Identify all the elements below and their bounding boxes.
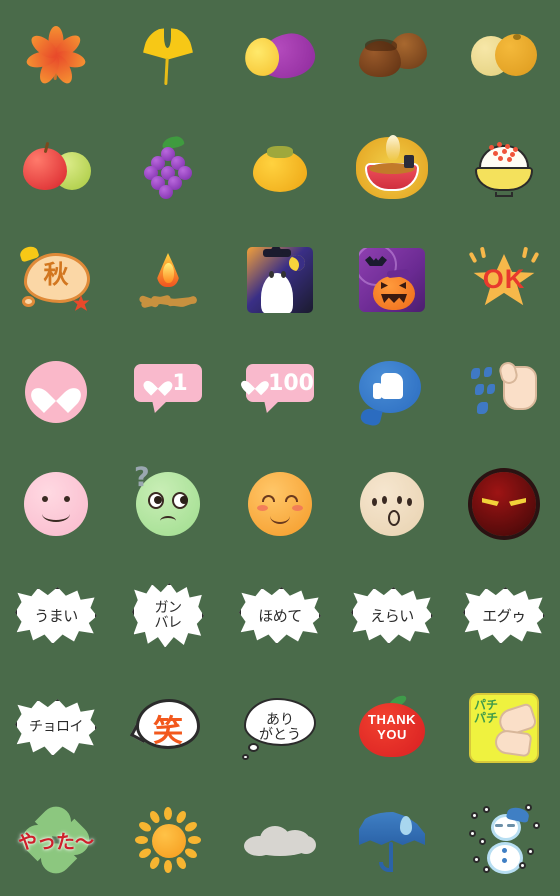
sticker-cell-thumbs-up-bubble[interactable] <box>336 336 448 448</box>
sticker-cell-umbrella[interactable] <box>336 784 448 896</box>
sun-icon <box>127 799 209 881</box>
sticker-cell-jack-o-lantern[interactable] <box>336 224 448 336</box>
like-one-icon: 1 <box>127 351 209 433</box>
aki-bubble-icon: 秋 <box>15 239 97 321</box>
bubble-warai-text: 笑 <box>153 714 183 749</box>
grapes-icon <box>127 127 209 209</box>
like-hundred-count: 100 <box>268 370 314 396</box>
ramen-icon <box>351 127 433 209</box>
bubble-egui-text: エグゥ <box>482 606 526 625</box>
sticker-cell-persimmon[interactable] <box>224 112 336 224</box>
bubble-ganbare-icon: ガン バレ <box>127 575 209 657</box>
bonfire-icon <box>127 239 209 321</box>
sticker-cell-bubble-erai[interactable]: えらい <box>336 560 448 672</box>
sticker-cell-sun[interactable] <box>112 784 224 896</box>
sweet-potato-icon <box>239 15 321 97</box>
face-smile-pink-icon <box>15 463 97 545</box>
bubble-homete-text: ほめて <box>258 606 302 625</box>
face-happy-orange-icon <box>239 463 321 545</box>
ok-star-text: OK <box>482 264 526 294</box>
sticker-cell-bubble-homete[interactable]: ほめて <box>224 560 336 672</box>
sticker-cell-face-angry-dark[interactable] <box>448 448 560 560</box>
clover-yatta-text: やった〜 <box>17 830 94 853</box>
clapping-hands-icon: パチ パチ <box>463 687 545 769</box>
chestnuts-icon <box>351 15 433 97</box>
bubble-homete-icon: ほめて <box>239 575 321 657</box>
sticker-cell-bubble-choroi[interactable]: チョロイ <box>0 672 112 784</box>
persimmon-icon <box>239 127 321 209</box>
sticker-cell-aki-bubble[interactable]: 秋 <box>0 224 112 336</box>
pachipachi-text: パチ パチ <box>474 698 499 725</box>
sticker-cell-ramen[interactable] <box>336 112 448 224</box>
clover-yatta-icon: やった〜 <box>15 799 97 881</box>
sticker-cell-face-confused-green[interactable]: ? <box>112 448 224 560</box>
sticker-cell-sweet-potato[interactable] <box>224 0 336 112</box>
aki-kanji-text: 秋 <box>43 260 69 289</box>
pears-icon <box>463 15 545 97</box>
apple-thank-you-icon: THANK YOU <box>351 687 433 769</box>
thumbs-up-bubble-icon <box>351 351 433 433</box>
like-one-count: 1 <box>172 370 188 396</box>
bubble-arigatou-text: あり がとう <box>259 711 301 743</box>
sticker-cell-cloud[interactable] <box>224 784 336 896</box>
maple-leaf-icon <box>15 15 97 97</box>
sticker-cell-clover-yatta[interactable]: やった〜 <box>0 784 112 896</box>
halloween-ghost-icon <box>239 239 321 321</box>
bubble-warai-icon: 笑 <box>127 687 209 769</box>
apple-thank-you-text: THANK YOU <box>368 712 416 742</box>
sticker-cell-bubble-warai[interactable]: 笑 <box>112 672 224 784</box>
sticker-cell-face-smile-pink[interactable] <box>0 448 112 560</box>
sticker-cell-apple-thank-you[interactable]: THANK YOU <box>336 672 448 784</box>
bubble-erai-text: えらい <box>370 606 414 625</box>
face-shocked-beige-icon <box>351 463 433 545</box>
snowman-icon <box>463 799 545 881</box>
bubble-umai-icon: うまい <box>15 575 97 657</box>
jack-o-lantern-icon <box>351 239 433 321</box>
umbrella-icon <box>351 799 433 881</box>
ok-star-icon: OK <box>463 239 545 321</box>
face-confused-green-icon: ? <box>127 462 209 545</box>
sticker-cell-ginkgo-leaf[interactable] <box>112 0 224 112</box>
bubble-egui-icon: エグゥ <box>463 575 545 657</box>
sticker-cell-salmon-roe-rice[interactable] <box>448 112 560 224</box>
sticker-cell-like-one[interactable]: 1 <box>112 336 224 448</box>
sticker-cell-ok-star[interactable]: OK <box>448 224 560 336</box>
sticker-cell-heart-circle[interactable] <box>0 336 112 448</box>
sticker-cell-maple-leaf[interactable] <box>0 0 112 112</box>
sticker-cell-face-happy-orange[interactable] <box>224 448 336 560</box>
sticker-cell-bubble-ganbare[interactable]: ガン バレ <box>112 560 224 672</box>
sticker-cell-like-hundred[interactable]: 100 <box>224 336 336 448</box>
bubble-arigatou-icon: あり がとう <box>239 687 321 769</box>
like-hundred-icon: 100 <box>239 351 321 433</box>
sticker-cell-bonfire[interactable] <box>112 224 224 336</box>
apples-icon <box>15 127 97 209</box>
sticker-cell-apples[interactable] <box>0 112 112 224</box>
sticker-cell-face-shocked-beige[interactable] <box>336 448 448 560</box>
sticker-cell-grapes[interactable] <box>112 112 224 224</box>
sticker-cell-chestnuts[interactable] <box>336 0 448 112</box>
bubble-erai-icon: えらい <box>351 575 433 657</box>
heart-circle-icon <box>15 351 97 433</box>
sticker-cell-bubble-umai[interactable]: うまい <box>0 560 112 672</box>
sticker-cell-halloween-ghost[interactable] <box>224 224 336 336</box>
sticker-cell-pears[interactable] <box>448 0 560 112</box>
cloud-icon <box>239 799 321 881</box>
sticker-cell-thumbs-up-hand[interactable] <box>448 336 560 448</box>
bubble-choroi-icon: チョロイ <box>15 687 97 769</box>
thumbs-up-hand-icon <box>463 351 545 433</box>
question-mark-icon: ? <box>134 462 150 493</box>
ginkgo-leaf-icon <box>127 15 209 97</box>
sticker-cell-clapping-hands[interactable]: パチ パチ <box>448 672 560 784</box>
bubble-choroi-text: チョロイ <box>29 719 84 736</box>
bubble-umai-text: うまい <box>34 606 78 625</box>
sticker-cell-bubble-egui[interactable]: エグゥ <box>448 560 560 672</box>
bubble-ganbare-text: ガン バレ <box>154 599 183 631</box>
sticker-cell-bubble-arigatou[interactable]: あり がとう <box>224 672 336 784</box>
emoji-sticker-grid: 秋 OK 1 100 ? うまい ガン バレ ほめて えらい エグゥ チョロイ … <box>0 0 560 896</box>
salmon-roe-rice-icon <box>463 127 545 209</box>
face-angry-dark-icon <box>463 463 545 545</box>
sticker-cell-snowman[interactable] <box>448 784 560 896</box>
